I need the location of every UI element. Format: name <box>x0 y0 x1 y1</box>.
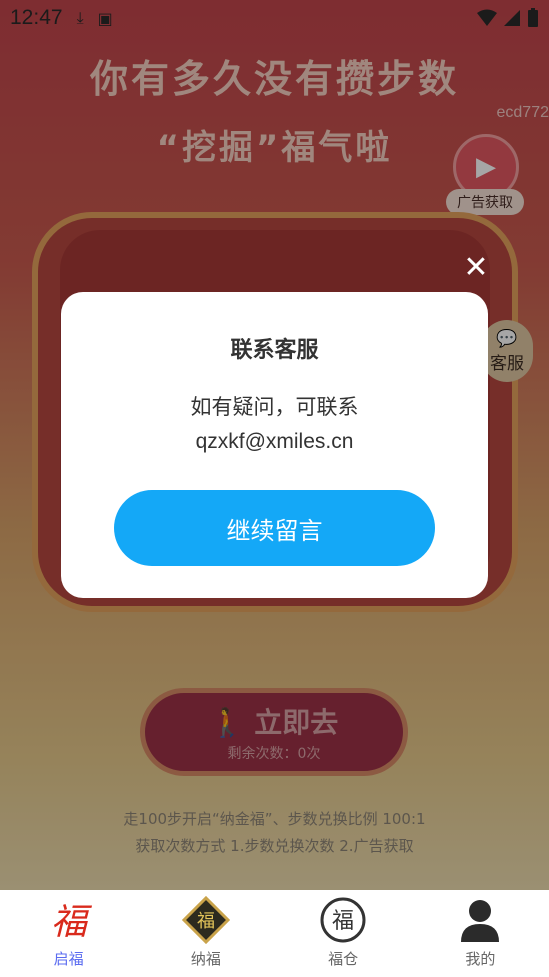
close-icon[interactable]: ✕ <box>458 250 494 286</box>
nav-label-qifu: 启福 <box>53 950 84 968</box>
nav-label-fucang: 福仓 <box>328 950 359 968</box>
fu-calligraphy-icon: 福 <box>45 896 93 944</box>
dialog-message: 如有疑问，可联系 <box>190 395 359 419</box>
person-icon <box>456 896 504 944</box>
dialog-title: 联系客服 <box>230 338 319 363</box>
svg-text:福: 福 <box>51 902 93 943</box>
svg-text:福: 福 <box>332 909 354 934</box>
nav-item-nafu[interactable]: 福 纳福 <box>137 890 274 977</box>
dialog-email: qzxkf@xmiles.cn <box>195 430 354 453</box>
bottom-nav: 福 启福 福 纳福 福 福仓 我的 <box>0 890 549 977</box>
gold-fu-diamond-icon: 福 <box>181 896 230 944</box>
continue-message-button[interactable]: 继续留言 <box>114 490 435 566</box>
svg-text:福: 福 <box>197 911 215 932</box>
fu-circle-icon: 福 <box>319 896 367 944</box>
nav-item-qifu[interactable]: 福 启福 <box>0 890 137 977</box>
nav-label-nafu: 纳福 <box>190 950 221 968</box>
nav-label-mine: 我的 <box>465 950 496 968</box>
nav-item-fucang[interactable]: 福 福仓 <box>275 890 412 977</box>
nav-item-mine[interactable]: 我的 <box>412 890 549 977</box>
